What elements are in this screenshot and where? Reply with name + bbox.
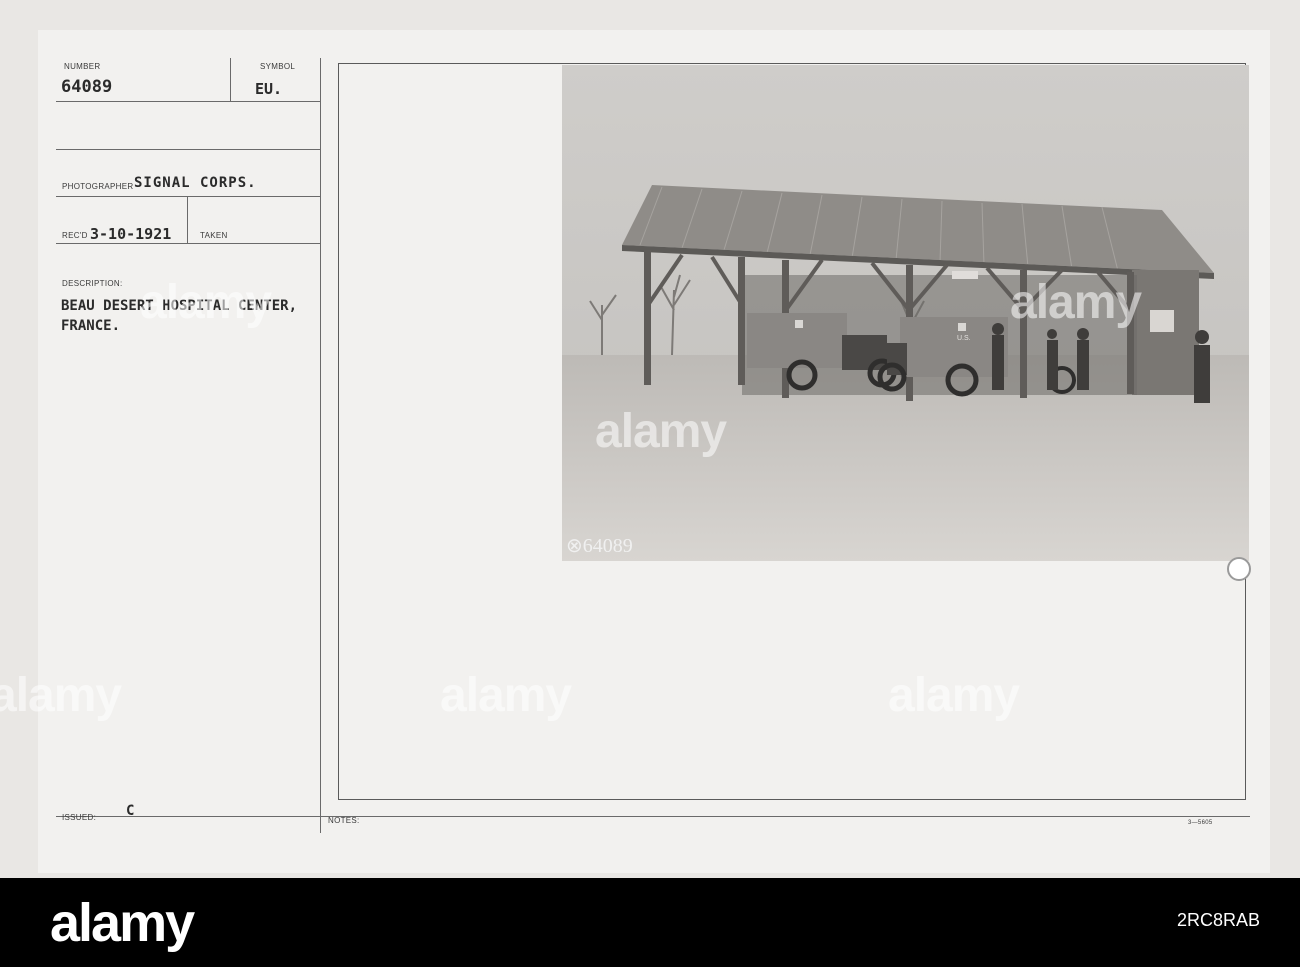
issued-label: ISSUED: <box>62 813 97 822</box>
watermark-1: alamy <box>140 276 272 329</box>
watermark-5: alamy <box>440 669 572 722</box>
number-value: 64089 <box>61 77 113 97</box>
photographer-value: SIGNAL CORPS. <box>134 175 257 191</box>
punch-hole <box>1227 557 1251 581</box>
rule-recd-bottom <box>56 243 320 244</box>
vehicle-marking: U.S. <box>957 335 971 342</box>
form-code: 3—5605 <box>1188 820 1213 826</box>
number-label: NUMBER <box>64 62 101 71</box>
rule-photographer-top <box>56 149 320 150</box>
rule-photographer-bottom <box>56 196 320 197</box>
photographer-label: PHOTOGRAPHER <box>62 182 134 191</box>
taken-label: TAKEN <box>200 231 228 240</box>
watermark-2: alamy <box>1010 276 1142 329</box>
shed-side-wall <box>1132 270 1199 395</box>
watermark-6: alamy <box>888 669 1020 722</box>
rule-number-symbol-divider <box>230 58 231 101</box>
recd-label: REC'D <box>62 231 88 240</box>
notes-label: NOTES: <box>328 816 360 825</box>
description-label: DESCRIPTION: <box>62 279 123 288</box>
symbol-label: SYMBOL <box>260 62 296 71</box>
mounted-photograph: U.S. <box>562 65 1249 561</box>
ambulance-shed-scene: U.S. <box>562 65 1249 561</box>
symbol-value: EU. <box>255 80 283 98</box>
negative-number: ⊗64089 <box>566 535 633 557</box>
rule-top-left <box>56 101 320 102</box>
watermark-4: alamy <box>0 669 122 722</box>
watermark-3: alamy <box>595 405 727 458</box>
rule-bottom <box>56 816 1250 817</box>
issued-value: C <box>126 803 135 819</box>
rule-column-divider <box>320 58 321 833</box>
description-line-2: FRANCE. <box>61 318 121 334</box>
image-id: 2RC8RAB <box>1176 910 1260 930</box>
rule-recd-divider <box>187 197 188 243</box>
recd-value: 3-10-1921 <box>90 225 172 243</box>
footer-bar: alamy 2RC8RAB <box>0 878 1300 967</box>
footer-logo[interactable]: alamy <box>50 892 195 954</box>
